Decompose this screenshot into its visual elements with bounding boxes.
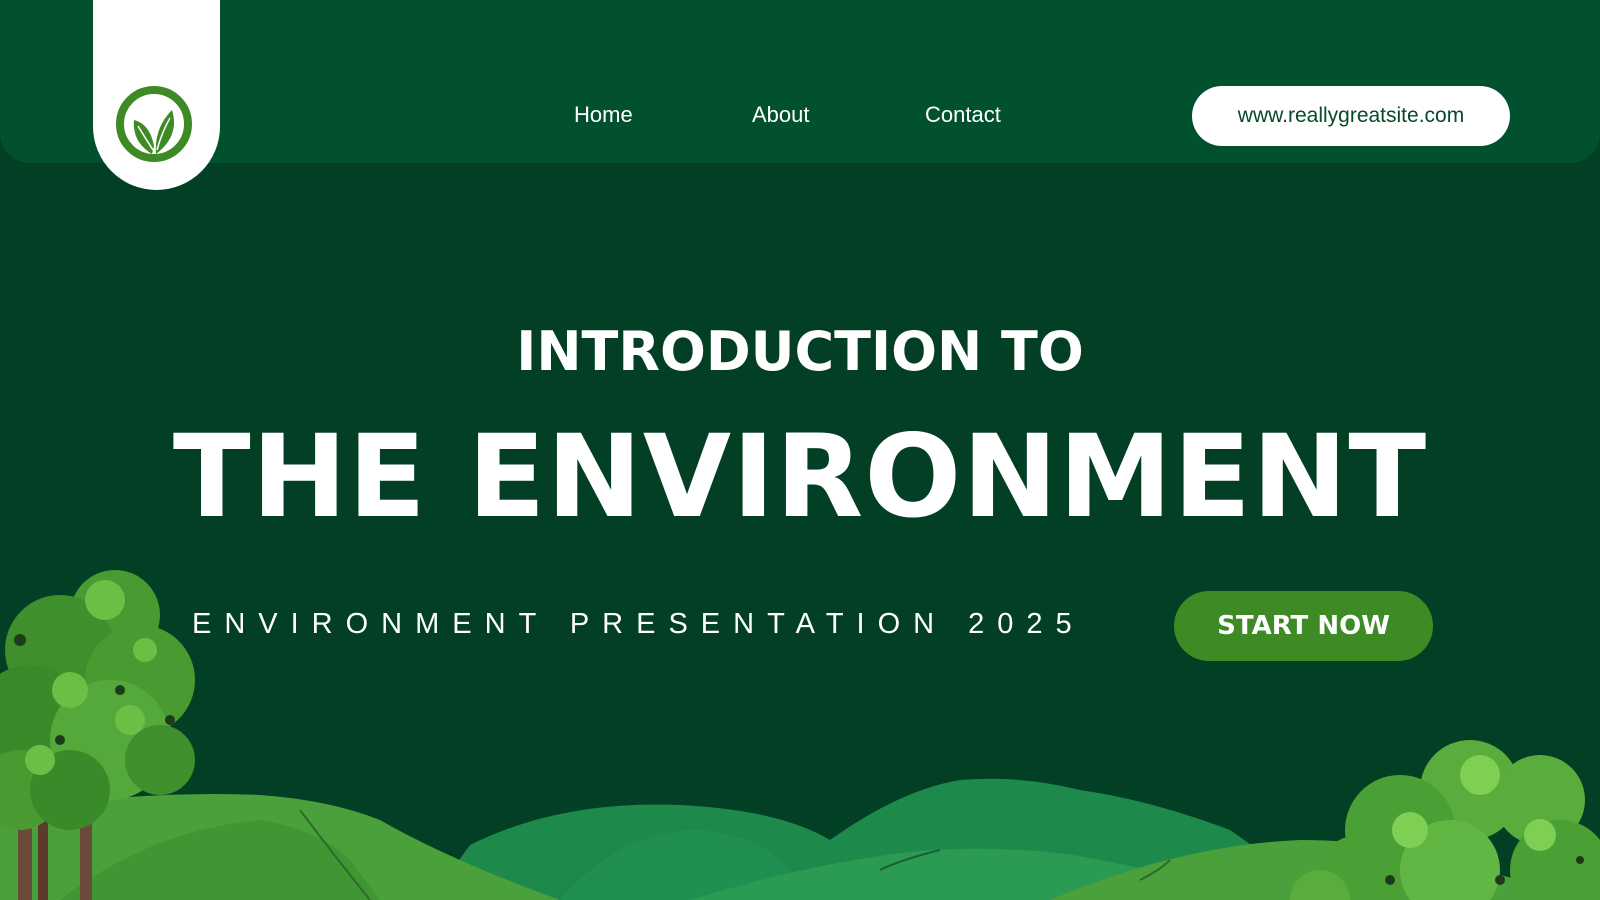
nav-about[interactable]: About <box>752 102 810 128</box>
nav-contact[interactable]: Contact <box>925 102 1001 128</box>
right-tree <box>1290 740 1600 900</box>
hero-title-line-1: INTRODUCTION TO <box>516 320 1084 383</box>
leaf-logo-icon <box>116 86 192 162</box>
hero-title-line-2: THE ENVIRONMENT <box>172 410 1428 543</box>
hero-subtitle: ENVIRONMENT PRESENTATION 2025 <box>192 608 1085 640</box>
website-url-button[interactable]: www.reallygreatsite.com <box>1192 86 1510 146</box>
nav-home[interactable]: Home <box>574 102 633 128</box>
logo[interactable] <box>93 0 220 190</box>
start-now-button[interactable]: START NOW <box>1174 591 1433 661</box>
left-tree <box>0 570 195 830</box>
